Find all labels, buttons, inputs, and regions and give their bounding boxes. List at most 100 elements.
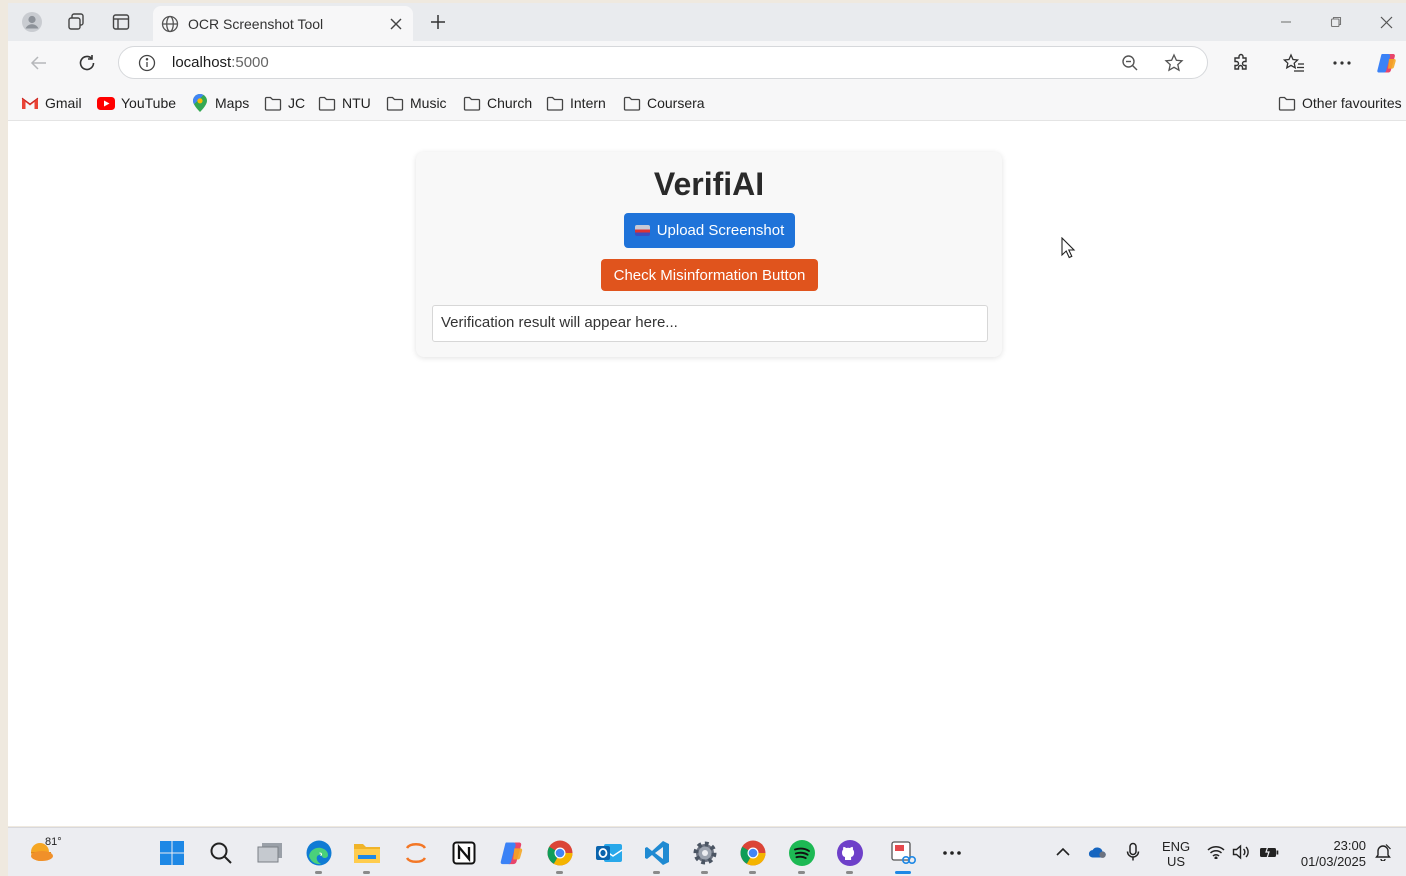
more-apps-icon[interactable] (937, 838, 967, 868)
favourite-label: Music (410, 95, 447, 111)
address-bar[interactable]: localhost:5000 (118, 46, 1208, 79)
url-host: localhost (172, 54, 232, 71)
notion-icon[interactable] (449, 838, 479, 868)
copilot-app-icon[interactable] (497, 838, 527, 868)
favourites-bar: Gmail YouTube Maps JC NTU Music Church I… (8, 85, 1406, 121)
close-window-icon[interactable] (1364, 7, 1406, 37)
extensions-icon[interactable] (1228, 50, 1254, 76)
tab-bar: OCR Screenshot Tool (8, 3, 1406, 41)
verification-result-box: Verification result will appear here... (432, 305, 988, 342)
spotify-icon[interactable] (787, 838, 817, 874)
favourite-folder-intern[interactable]: Intern (546, 93, 606, 113)
settings-gear-icon[interactable] (690, 838, 720, 874)
task-view-icon[interactable] (255, 838, 285, 868)
folder-icon (623, 94, 641, 112)
favourite-star-icon[interactable] (1163, 52, 1185, 74)
onedrive-icon[interactable] (1088, 842, 1108, 862)
favourite-folder-coursera[interactable]: Coursera (623, 93, 705, 113)
microphone-icon[interactable] (1123, 842, 1143, 862)
copilot-icon[interactable] (1374, 50, 1400, 76)
back-arrow-icon[interactable] (26, 50, 52, 76)
windows-start-icon[interactable] (157, 838, 187, 868)
chrome-profile-icon[interactable] (738, 838, 768, 874)
vscode-icon[interactable] (642, 838, 672, 874)
wifi-icon[interactable] (1206, 842, 1226, 862)
favourite-label: Maps (215, 95, 250, 111)
vertical-tabs-icon[interactable] (109, 10, 133, 34)
favourite-label: NTU (342, 95, 371, 111)
other-favourites-label: Other favourites (1302, 95, 1402, 111)
running-indicator (798, 871, 805, 874)
jupyter-icon[interactable] (401, 838, 431, 868)
snipping-tool-icon[interactable] (888, 838, 918, 874)
new-tab-icon[interactable] (426, 10, 450, 34)
favourite-maps[interactable]: Maps (191, 93, 249, 113)
verifiai-card: VerifiAI Upload Screenshot Check Misinfo… (416, 152, 1002, 357)
folder-icon (264, 94, 282, 112)
page-title: VerifiAI (653, 166, 765, 202)
favourite-folder-ntu[interactable]: NTU (318, 93, 371, 113)
running-indicator (363, 871, 370, 874)
favourite-folder-music[interactable]: Music (386, 93, 447, 113)
notifications-icon[interactable] (1373, 842, 1393, 862)
github-desktop-icon[interactable] (835, 838, 865, 874)
workspaces-icon[interactable] (64, 10, 88, 34)
url-text[interactable]: localhost:5000 (172, 54, 1119, 71)
youtube-icon (97, 94, 115, 112)
battery-icon[interactable] (1259, 842, 1279, 862)
chevron-up-icon[interactable] (1053, 842, 1073, 862)
running-indicator (846, 871, 853, 874)
browser-toolbar: localhost:5000 (8, 41, 1406, 85)
clock-time: 23:00 (1333, 838, 1366, 853)
profile-icon[interactable] (20, 10, 44, 34)
favourite-label: Intern (570, 95, 606, 111)
page-content: VerifiAI Upload Screenshot Check Misinfo… (12, 122, 1406, 826)
favourite-label: YouTube (121, 95, 177, 111)
minimize-icon[interactable] (1264, 7, 1308, 37)
check-button-label: Check Misinformation Button (613, 266, 806, 284)
refresh-icon[interactable] (74, 50, 100, 76)
volume-icon[interactable] (1232, 842, 1252, 862)
favourites-icon[interactable] (1281, 50, 1307, 76)
tab-title: OCR Screenshot Tool (188, 15, 324, 32)
chrome-icon[interactable] (545, 838, 575, 874)
site-info-icon[interactable] (137, 53, 157, 73)
running-indicator (315, 871, 322, 874)
gmail-icon (21, 94, 39, 112)
camera-icon (634, 225, 650, 236)
language-secondary: US (1167, 854, 1186, 869)
zoom-out-icon[interactable] (1119, 52, 1141, 74)
favourite-folder-jc[interactable]: JC (264, 93, 305, 113)
url-port: :5000 (231, 54, 269, 71)
favourite-label: Gmail (45, 95, 82, 111)
weather-temp: 81° (45, 836, 62, 848)
maps-icon (191, 94, 209, 112)
globe-icon (161, 15, 179, 33)
outlook-icon[interactable] (594, 838, 624, 868)
folder-icon (463, 94, 481, 112)
favourite-gmail[interactable]: Gmail (21, 93, 82, 113)
favourite-youtube[interactable]: YouTube (97, 93, 176, 113)
language-indicator[interactable]: ENG US (1162, 839, 1190, 869)
favourite-label: Coursera (647, 95, 705, 111)
favourite-folder-church[interactable]: Church (463, 93, 532, 113)
weather-widget[interactable]: 81° (28, 836, 62, 868)
edge-browser-icon[interactable] (304, 838, 334, 874)
restore-icon[interactable] (1314, 7, 1358, 37)
more-options-icon[interactable] (1329, 50, 1355, 76)
file-explorer-icon[interactable] (352, 838, 382, 874)
other-favourites[interactable]: Other favourites (1278, 93, 1402, 113)
search-icon[interactable] (206, 838, 236, 868)
close-tab-icon[interactable] (385, 13, 407, 35)
check-misinformation-button[interactable]: Check Misinformation Button (601, 259, 818, 291)
folder-icon (318, 94, 336, 112)
running-indicator (749, 871, 756, 874)
clock[interactable]: 23:00 01/03/2025 (1296, 838, 1366, 870)
tab-ocr-screenshot-tool[interactable]: OCR Screenshot Tool (153, 6, 413, 41)
active-indicator (895, 871, 911, 874)
upload-screenshot-button[interactable]: Upload Screenshot (624, 213, 795, 248)
taskbar: 81° ENG US 23:00 01/03/2025 (8, 827, 1406, 876)
folder-icon (546, 94, 564, 112)
upload-button-label: Upload Screenshot (656, 222, 785, 239)
clock-date: 01/03/2025 (1300, 854, 1366, 869)
